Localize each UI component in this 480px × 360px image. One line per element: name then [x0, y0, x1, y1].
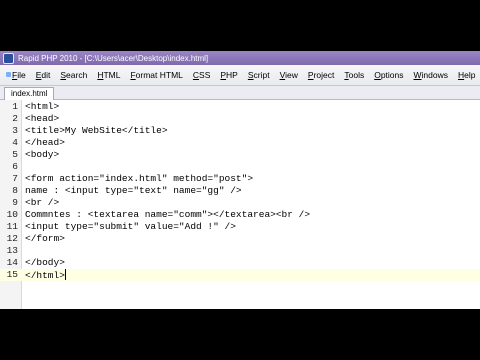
tab-index-html[interactable]: index.html: [4, 87, 55, 100]
app-icon: [3, 52, 14, 64]
code-line[interactable]: 10 Commntes : <textarea name="comm"></tex…: [0, 209, 480, 221]
line-number: 6: [12, 161, 18, 172]
title-bar[interactable]: Rapid PHP 2010 - [C:\Users\acer\Desktop\…: [0, 51, 480, 65]
menu-view[interactable]: View: [275, 70, 303, 80]
menu-html[interactable]: HTML: [92, 70, 125, 80]
menu-windows[interactable]: Windows: [409, 70, 454, 80]
code-text: </head>: [25, 137, 65, 148]
code-line[interactable]: 6: [0, 161, 480, 173]
code-line[interactable]: 3 <title>My WebSite</title>: [0, 125, 480, 137]
document-tab-bar: index.html: [0, 86, 480, 100]
code-line[interactable]: 9 <br />: [0, 197, 480, 209]
code-line[interactable]: 2 <head>: [0, 113, 480, 125]
line-number: 8: [12, 185, 18, 196]
code-text: <html>: [25, 101, 60, 112]
code-line[interactable]: 13: [0, 245, 480, 257]
line-number: 3: [12, 125, 18, 136]
menu-script[interactable]: Script: [243, 70, 275, 80]
line-number: 10: [6, 209, 18, 220]
code-text: <title>My WebSite</title>: [25, 125, 168, 136]
line-number: 9: [12, 197, 18, 208]
code-text: </body>: [25, 257, 65, 268]
line-number: 13: [6, 245, 18, 256]
code-line[interactable]: 4 </head>: [0, 137, 480, 149]
text-caret: [64, 269, 66, 280]
code-line[interactable]: 12 </form>: [0, 233, 480, 245]
line-number: 14: [6, 257, 18, 268]
line-number: 1: [12, 101, 18, 112]
menu-help[interactable]: Help: [453, 70, 480, 80]
code-text: <body>: [25, 149, 60, 160]
code-text: <form action="index.html" method="post">: [25, 173, 254, 184]
code-line[interactable]: 8 name : <input type="text" name="gg" />: [0, 185, 480, 197]
menu-php[interactable]: PHP: [215, 70, 242, 80]
code-line[interactable]: 7 <form action="index.html" method="post"…: [0, 173, 480, 185]
code-line[interactable]: 15 </html>: [0, 269, 480, 281]
line-number: 11: [6, 221, 18, 232]
code-line[interactable]: 5 <body>: [0, 149, 480, 161]
menu-css[interactable]: CSS: [188, 70, 215, 80]
line-number: 12: [6, 233, 18, 244]
menu-bar: File Edit Search HTML Format HTML CSS PH…: [0, 65, 480, 86]
menu-search[interactable]: Search: [55, 70, 92, 80]
code-text: <input type="submit" value="Add !" />: [25, 221, 236, 232]
menu-format-html[interactable]: Format HTML: [125, 70, 187, 80]
code-editor[interactable]: 1 <html> 2 <head> 3 <title>My WebSite</title>…: [0, 100, 480, 309]
code-line[interactable]: 14 </body>: [0, 257, 480, 269]
code-text: Commntes : <textarea name="comm"></texta…: [25, 209, 311, 220]
code-text: name : <input type="text" name="gg" />: [25, 185, 242, 196]
app-window: Rapid PHP 2010 - [C:\Users\acer\Desktop\…: [0, 51, 480, 309]
menu-tools[interactable]: Tools: [339, 70, 369, 80]
code-text: </form>: [25, 233, 65, 244]
code-text: </html>: [25, 269, 66, 281]
menu-options[interactable]: Options: [369, 70, 408, 80]
code-text: <head>: [25, 113, 60, 124]
line-number: 15: [6, 269, 18, 280]
line-number: 5: [12, 149, 18, 160]
menu-project[interactable]: Project: [303, 70, 339, 80]
menu-edit[interactable]: Edit: [31, 70, 56, 80]
line-number: 2: [12, 113, 18, 124]
window-title: Rapid PHP 2010 - [C:\Users\acer\Desktop\…: [18, 53, 209, 63]
code-text: <br />: [25, 197, 60, 208]
line-number: 4: [12, 137, 18, 148]
line-number: 7: [12, 173, 18, 184]
code-line[interactable]: 11 <input type="submit" value="Add !" />: [0, 221, 480, 233]
code-line[interactable]: 1 <html>: [0, 101, 480, 113]
